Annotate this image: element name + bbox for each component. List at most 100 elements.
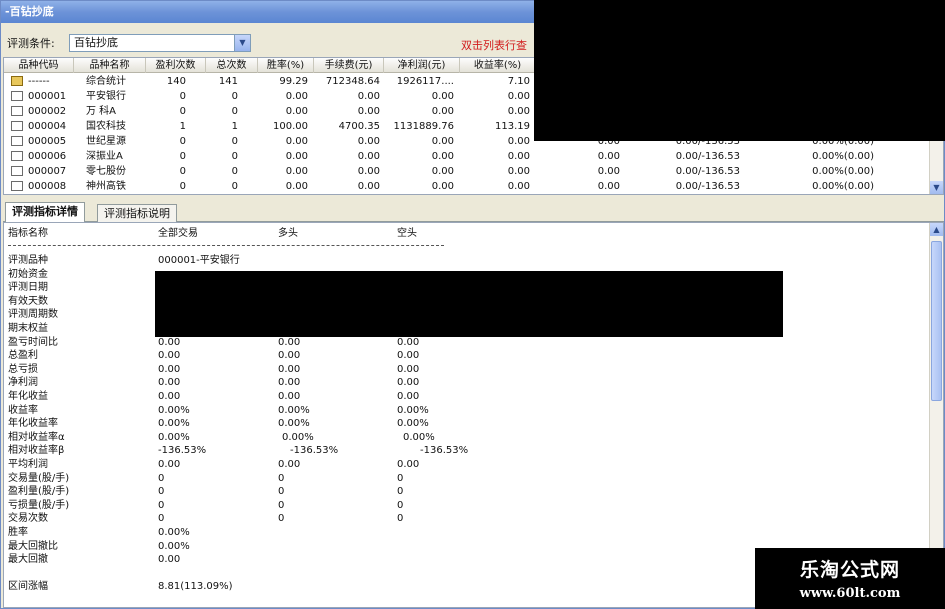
column-header[interactable]: 品种名称: [74, 58, 146, 73]
indicator-all: 0.00%: [158, 540, 190, 552]
cell-yield: 0.00: [507, 166, 530, 177]
cell-yield: 0.00: [507, 151, 530, 162]
cell-yield: 0.00: [507, 91, 530, 102]
indicator-long: -136.53%: [290, 445, 339, 457]
detail-header-all: 全部交易: [158, 228, 198, 239]
cell-code: 000006: [28, 151, 67, 162]
indicator-short: 0: [397, 472, 404, 484]
cell-wins: 1: [179, 121, 186, 132]
indicator-short: 0: [397, 486, 404, 498]
cell-code: 000004: [28, 121, 67, 132]
folder-icon: [11, 76, 23, 86]
cell-total: 0: [231, 136, 238, 147]
cell-wins: 0: [179, 91, 186, 102]
indicator-all: 0.00: [158, 363, 181, 375]
cell-c10: 0.00/-136.53: [675, 166, 740, 177]
indicator-name: 总盈利: [8, 350, 38, 362]
indicator-name: 盈利量(股/手): [8, 486, 70, 498]
cell-rate: 0.00: [285, 151, 308, 162]
detail-header-name: 指标名称: [8, 228, 48, 239]
cell-total: 0: [231, 91, 238, 102]
indicator-row: 年化收益率 0.00% 0.00% 0.00%: [8, 417, 908, 430]
indicator-row: 平均利润 0.00 0.00 0.00: [8, 458, 908, 471]
cell-yield: 7.10: [507, 76, 530, 87]
indicator-all: 0.00: [158, 459, 181, 470]
indicator-all: 8.81(113.09%): [158, 581, 233, 593]
column-header[interactable]: 收益率(%): [460, 58, 536, 73]
cell-profit: 0.00: [431, 106, 454, 117]
tab-indicator-details[interactable]: 评测指标详情: [5, 202, 85, 223]
cell-rate: 0.00: [285, 181, 308, 192]
divider: [8, 245, 444, 246]
cell-c9: 0.00: [597, 151, 620, 162]
redaction-block: [155, 271, 783, 337]
detail-header-long: 多头: [278, 228, 298, 239]
cell-c11: 0.00%(0.00): [812, 151, 874, 162]
column-header[interactable]: 总次数: [206, 58, 258, 73]
cell-total: 0: [231, 106, 238, 117]
cell-profit: 1926117....: [396, 76, 454, 87]
indicator-name: 净利润: [8, 377, 38, 389]
cell-code: ------: [28, 76, 50, 87]
cell-wins: 0: [179, 166, 186, 177]
cell-fee: 0.00: [357, 181, 380, 192]
column-header[interactable]: 品种代码: [4, 58, 74, 73]
indicator-all: 0.00%: [158, 431, 190, 443]
cell-c11: 0.00%(0.00): [812, 181, 874, 192]
indicator-row: 相对收益率β -136.53% -136.53% -136.53%: [8, 444, 908, 457]
indicator-row: 交易量(股/手) 0 0 0: [8, 472, 908, 485]
indicator-all: 0: [158, 472, 165, 484]
indicator-long: 0.00%: [278, 418, 310, 430]
indicator-name: 年化收益: [8, 391, 48, 402]
column-header[interactable]: 净利润(元): [384, 58, 460, 73]
cell-c10: 0.00/-136.53: [675, 151, 740, 162]
cell-c11: 0.00%(0.00): [812, 166, 874, 177]
cell-profit: 1131889.76: [393, 121, 454, 132]
cell-profit: 0.00: [431, 166, 454, 177]
cell-profit: 0.00: [431, 151, 454, 162]
column-header[interactable]: 胜率(%): [258, 58, 314, 73]
cell-name: 万 科A: [86, 106, 117, 117]
cell-fee: 0.00: [357, 91, 380, 102]
folder-icon: [11, 166, 23, 176]
arrow-down-icon[interactable]: ▼: [930, 181, 943, 194]
indicator-long: 0: [278, 499, 285, 511]
column-header[interactable]: 盈利次数: [146, 58, 206, 73]
indicator-long: 0: [278, 513, 285, 525]
cell-profit: 0.00: [431, 91, 454, 102]
indicator-name: 平均利润: [8, 459, 48, 470]
tab-indicator-explanation[interactable]: 评测指标说明: [97, 204, 177, 222]
indicator-short: 0: [397, 499, 404, 511]
indicator-all: 0: [158, 513, 165, 525]
indicator-long: 0.00: [278, 336, 301, 348]
cell-fee: 0.00: [357, 166, 380, 177]
cell-yield: 0.00: [507, 136, 530, 147]
chevron-down-icon[interactable]: ▼: [234, 35, 250, 51]
indicator-name: 最大回撤比: [8, 540, 58, 552]
condition-select[interactable]: 百钻抄底 ▼: [69, 34, 251, 52]
arrow-up-icon[interactable]: ▲: [930, 223, 943, 236]
indicator-name: 评测周期数: [8, 309, 58, 321]
cell-total: 1: [231, 121, 238, 132]
cell-wins: 0: [179, 151, 186, 162]
cell-code: 000002: [28, 106, 67, 117]
cell-rate: 100.00: [273, 121, 308, 132]
folder-icon: [11, 91, 23, 101]
cell-rate: 0.00: [285, 106, 308, 117]
indicator-row: 亏损量(股/手) 0 0 0: [8, 499, 908, 512]
table-row[interactable]: 000007 零七股份 0 0 0.00 0.00 0.00 0.00 0.00 0.00/-13…: [4, 164, 934, 179]
cell-c9: 0.00: [597, 181, 620, 192]
cell-profit: 0.00: [431, 136, 454, 147]
cell-total: 0: [231, 181, 238, 192]
indicator-all: 0.00: [158, 554, 181, 566]
condition-select-value: 百钻抄底: [74, 36, 118, 49]
cell-c9: 0.00: [597, 166, 620, 177]
scroll-thumb[interactable]: [931, 241, 942, 401]
indicator-name: 区间涨幅: [8, 581, 48, 593]
table-row[interactable]: 000006 深振业A 0 0 0.00 0.00 0.00 0.00 0.00 0.00/-13…: [4, 149, 934, 164]
cell-name: 综合统计: [86, 76, 126, 87]
indicator-row: 总盈利 0.00 0.00 0.00: [8, 349, 908, 362]
indicator-long: 0.00: [278, 391, 301, 402]
table-row[interactable]: 000008 神州高铁 0 0 0.00 0.00 0.00 0.00 0.00 0.00/-13…: [4, 179, 934, 194]
column-header[interactable]: 手续费(元): [314, 58, 384, 73]
